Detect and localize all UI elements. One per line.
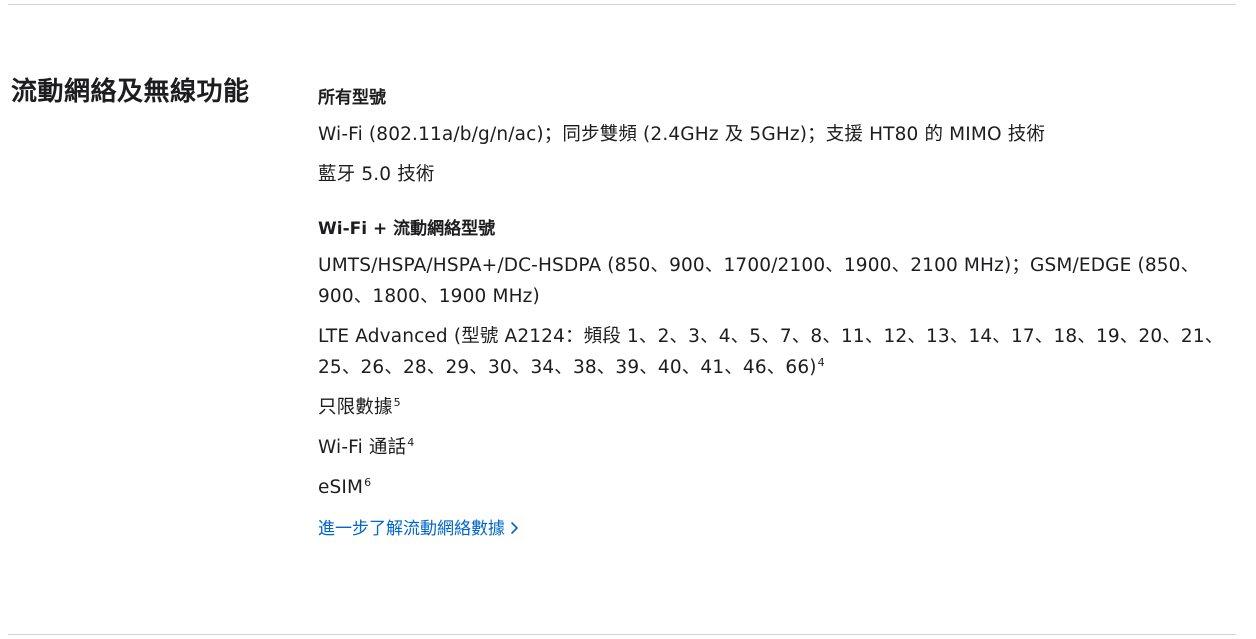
wifi-calling-spec: Wi-Fi 通話4 [318,432,1233,463]
bluetooth-spec: 藍牙 5.0 技術 [318,164,435,185]
specs-content: 所有型號 Wi-Fi (802.11a/b/g/n/ac)；同步雙頻 (2.4G… [318,84,1233,541]
lte-spec: LTE Advanced (型號 A2124：頻段 1、2、3、4、5、7、8、… [318,321,1233,383]
section-title: 流動網絡及無線功能 [11,77,250,107]
top-divider [8,4,1236,5]
footnote-link[interactable]: 5 [394,396,401,409]
wifi-calling-text: Wi-Fi 通話 [318,437,407,458]
all-models-heading: 所有型號 [318,88,386,108]
lte-spec-text: LTE Advanced (型號 A2124：頻段 1、2、3、4、5、7、8、… [318,326,1224,378]
chevron-right-icon [511,522,518,534]
umts-spec: UMTS/HSPA/HSPA+/DC-HSDPA (850、900、1700/2… [318,255,1200,307]
esim-spec: eSIM6 [318,472,1233,503]
learn-more-label: 進一步了解流動網絡數據 [318,519,505,539]
footnote-link[interactable]: 4 [407,436,414,449]
footnote-link[interactable]: 4 [818,356,825,369]
data-only-text: 只限數據 [318,397,393,418]
footnote-link[interactable]: 6 [364,476,371,489]
esim-text: eSIM [318,477,364,498]
learn-more-link[interactable]: 進一步了解流動網絡數據 [318,517,519,541]
wifi-spec: Wi-Fi (802.11a/b/g/n/ac)；同步雙頻 (2.4GHz 及 … [318,124,1046,145]
cellular-models-heading: Wi-Fi + 流動網絡型號 [318,219,496,239]
bottom-divider [8,634,1236,635]
data-only-spec: 只限數據5 [318,392,1233,423]
